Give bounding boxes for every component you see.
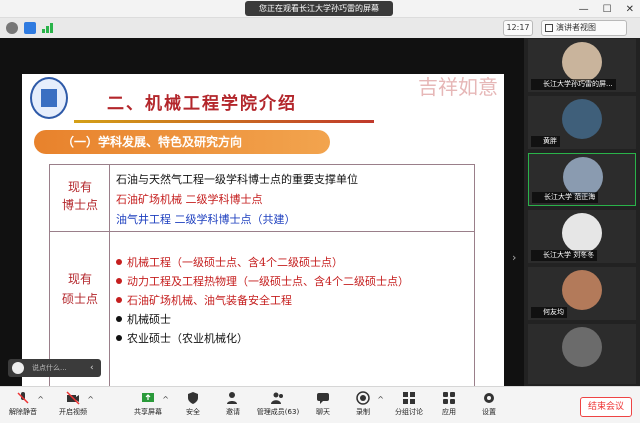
masters-label-line2: 硕士点 bbox=[61, 292, 98, 306]
participant-name: 长江大学 范正海 bbox=[532, 192, 599, 203]
breakout-icon bbox=[403, 392, 415, 404]
doctoral-label-line1: 现有 bbox=[67, 180, 92, 194]
mic-muted-icon bbox=[17, 392, 29, 404]
invite-button[interactable]: 邀请 bbox=[210, 391, 256, 423]
participant-sidebar: 长江大学孙巧雷的屏... 黄胖 长江大学 范正海 长江大学 刘冬冬 何友均 bbox=[524, 38, 640, 386]
doctoral-label: 现有 博士点 bbox=[50, 165, 110, 231]
share-screen-icon bbox=[142, 393, 154, 402]
participant-avatar bbox=[562, 213, 602, 253]
participant-name: 长江大学 刘冬冬 bbox=[531, 250, 598, 261]
share-screen-button[interactable]: 共享屏幕 ^ bbox=[125, 391, 171, 423]
shield-icon[interactable] bbox=[24, 22, 36, 34]
masters-label-line1: 现有 bbox=[67, 272, 92, 286]
participant-avatar bbox=[562, 42, 602, 82]
participant-tile[interactable]: 长江大学孙巧雷的屏... bbox=[528, 39, 636, 92]
participant-avatar bbox=[562, 99, 602, 139]
masters-line: 机械硕士 bbox=[116, 311, 171, 327]
masters-line: 农业硕士（农业机械化） bbox=[116, 330, 248, 346]
participant-tile[interactable]: 长江大学 范正海 bbox=[528, 153, 636, 206]
viewing-banner: 您正在观看长江大学孙巧雷的屏幕 bbox=[245, 1, 393, 16]
participant-name: 长江大学孙巧雷的屏... bbox=[531, 79, 616, 90]
doctoral-line: 石油矿场机械 二级学科博士点 bbox=[116, 193, 263, 206]
participants-icon bbox=[271, 392, 283, 404]
signal-icon bbox=[42, 23, 54, 33]
masters-line: 动力工程及工程热物理（一级硕士点、含4个二级硕士点） bbox=[116, 273, 409, 289]
participant-avatar bbox=[562, 327, 602, 367]
apps-icon bbox=[443, 392, 455, 404]
manage-participants-button[interactable]: 管理成员(63) bbox=[252, 391, 304, 423]
doctoral-label-line2: 博士点 bbox=[61, 198, 98, 212]
chat-icon bbox=[317, 393, 329, 404]
video-off-icon bbox=[66, 391, 80, 405]
masters-row: 现有 硕士点 机械工程（一级硕士点、含4个二级硕士点） 动力工程及工程热物理（一… bbox=[50, 232, 474, 389]
speaker-view-button[interactable]: 演讲者视图 bbox=[541, 20, 627, 36]
record-icon bbox=[356, 391, 370, 405]
shared-screen: 二、机械工程学院介绍 吉祥如意 （一）学科发展、特色及研究方向 现有 博士点 石… bbox=[0, 38, 524, 392]
record-button[interactable]: 录制 ^ bbox=[340, 391, 386, 423]
masters-line: 石油矿场机械、油气装备安全工程 bbox=[116, 292, 292, 308]
window-controls: — ☐ ✕ bbox=[579, 0, 634, 18]
expand-sidebar-icon[interactable]: › bbox=[512, 251, 522, 269]
program-table: 现有 博士点 石油与天然气工程一级学科博士点的重要支撑单位 石油矿场机械 二级学… bbox=[49, 164, 475, 390]
doctoral-line: 油气井工程 二级学科博士点（共建） bbox=[116, 213, 296, 226]
chat-quick-input[interactable]: 说点什么... ‹ bbox=[8, 359, 101, 377]
participant-tile[interactable] bbox=[528, 324, 636, 384]
doctoral-line: 石油与天然气工程一级学科博士点的重要支撑单位 bbox=[116, 173, 358, 186]
participant-avatar bbox=[563, 157, 603, 197]
slide-header: 二、机械工程学院介绍 吉祥如意 bbox=[22, 74, 504, 126]
end-meeting-button[interactable]: 结束会议 bbox=[580, 397, 632, 417]
meeting-clock: 12:17 bbox=[503, 20, 533, 36]
collapse-chat-arrow[interactable]: ‹ bbox=[90, 359, 94, 377]
header-divider bbox=[74, 120, 374, 123]
info-icon[interactable] bbox=[6, 22, 18, 34]
participant-name: 何友均 bbox=[531, 307, 567, 318]
chat-bubble-icon bbox=[12, 362, 24, 374]
minimize-button[interactable]: — bbox=[579, 4, 589, 15]
layout-icon bbox=[545, 24, 553, 32]
add-user-icon bbox=[227, 392, 237, 404]
presentation-slide: 二、机械工程学院介绍 吉祥如意 （一）学科发展、特色及研究方向 现有 博士点 石… bbox=[22, 74, 504, 392]
meeting-toolbar: 解除静音 ^ 开启视频 ^ 共享屏幕 ^ 安全 邀请 管理成员(63) 聊天 录制 ^ … bbox=[0, 386, 640, 423]
participant-name: 黄胖 bbox=[531, 136, 560, 147]
chat-placeholder: 说点什么... bbox=[32, 364, 67, 372]
masters-line: 机械工程（一级硕士点、含4个二级硕士点） bbox=[116, 254, 343, 270]
title-bar: 您正在观看长江大学孙巧雷的屏幕 — ☐ ✕ bbox=[0, 0, 640, 18]
status-row: 12:17 演讲者视图 bbox=[0, 18, 640, 38]
maximize-button[interactable]: ☐ bbox=[603, 4, 612, 15]
speaker-view-label: 演讲者视图 bbox=[556, 23, 596, 32]
participant-tile[interactable]: 长江大学 刘冬冬 bbox=[528, 210, 636, 263]
section-heading: （一）学科发展、特色及研究方向 bbox=[34, 130, 330, 154]
gear-icon bbox=[484, 393, 494, 403]
start-video-button[interactable]: 开启视频 ^ bbox=[50, 391, 96, 423]
participant-tile[interactable]: 黄胖 bbox=[528, 96, 636, 149]
doctoral-row: 现有 博士点 石油与天然气工程一级学科博士点的重要支撑单位 石油矿场机械 二级学… bbox=[50, 165, 474, 232]
shield-icon bbox=[188, 392, 198, 404]
settings-button[interactable]: 设置 bbox=[466, 391, 512, 423]
university-logo bbox=[30, 77, 68, 119]
participant-tile[interactable]: 何友均 bbox=[528, 267, 636, 320]
calligraphy-decoration: 吉祥如意 bbox=[418, 75, 498, 99]
unmute-button[interactable]: 解除静音 ^ bbox=[0, 391, 46, 423]
participant-avatar bbox=[562, 270, 602, 310]
slide-title: 二、机械工程学院介绍 bbox=[107, 94, 297, 114]
close-button[interactable]: ✕ bbox=[626, 4, 634, 15]
